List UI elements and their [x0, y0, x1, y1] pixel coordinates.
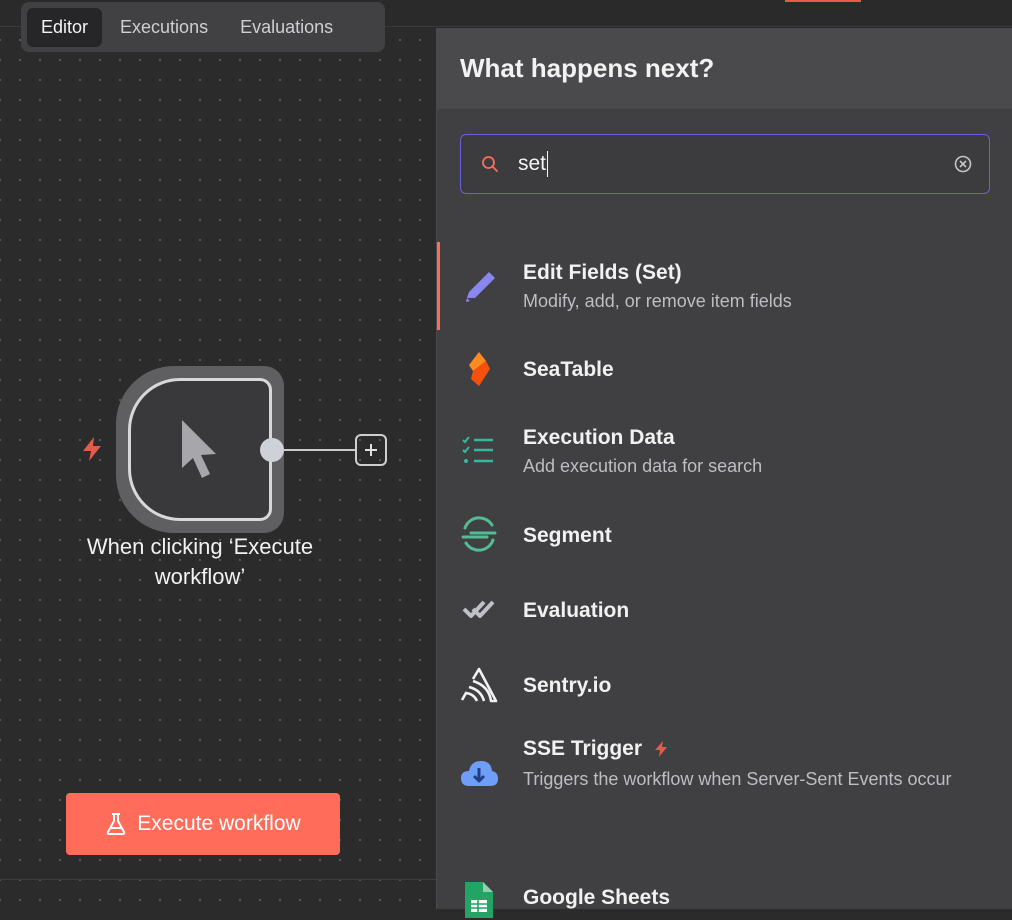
pencil-icon: [466, 272, 495, 302]
execute-workflow-label: Execute workflow: [137, 812, 301, 835]
sentry-icon: [460, 667, 498, 703]
item-description: Modify, add, or remove item fields: [523, 291, 792, 311]
double-check-icon: [462, 600, 495, 618]
list-item-sse-trigger[interactable]: SSE Trigger Triggers the workflow when S…: [437, 726, 1012, 836]
plus-icon: [365, 444, 377, 456]
trigger-bolt-icon: [83, 437, 101, 461]
item-description: Add execution data for search: [523, 456, 763, 476]
search-icon: [482, 156, 498, 172]
search-input[interactable]: set: [460, 134, 990, 194]
list-item-edit-fields[interactable]: Edit Fields (Set) Modify, add, or remove…: [437, 242, 1012, 330]
node-creator-panel: What happens next? set Edit Fields (Set)…: [436, 28, 1012, 918]
item-title: SSE Trigger: [523, 737, 643, 760]
segment-icon: [461, 516, 497, 552]
flask-icon: [107, 813, 126, 835]
item-title: Evaluation: [523, 599, 630, 622]
search-value: set: [518, 151, 549, 177]
cloud-download-icon: [461, 761, 498, 786]
list-item-google-sheets[interactable]: Google Sheets: [437, 856, 1012, 920]
item-title-row: SSE Trigger: [523, 737, 668, 761]
top-accent-bar: [785, 0, 861, 2]
node-output-connector: [284, 449, 356, 451]
add-node-button[interactable]: [355, 434, 387, 466]
item-title: SeaTable: [523, 358, 614, 381]
tab-evaluations[interactable]: Evaluations: [226, 8, 347, 47]
execute-workflow-button[interactable]: Execute workflow: [66, 793, 340, 855]
google-sheets-icon: [465, 882, 493, 918]
item-title: Edit Fields (Set): [523, 261, 682, 284]
item-title: Google Sheets: [523, 886, 671, 909]
tab-executions[interactable]: Executions: [106, 8, 222, 47]
list-item-sentry[interactable]: Sentry.io: [437, 652, 1012, 714]
view-tabs: Editor Executions Evaluations: [21, 2, 385, 52]
checklist-icon: [462, 436, 493, 463]
item-title: Execution Data: [523, 426, 675, 449]
list-item-evaluation[interactable]: Evaluation: [437, 579, 1012, 639]
canvas-divider: [0, 879, 436, 880]
trigger-node-label: When clicking ‘Execute workflow’: [86, 534, 314, 589]
seatable-icon: [469, 352, 490, 386]
mouse-pointer-icon: [182, 420, 216, 478]
panel-title: What happens next?: [437, 28, 1012, 109]
tab-editor[interactable]: Editor: [27, 7, 103, 47]
trigger-bolt-icon: [654, 741, 667, 758]
list-item-seatable[interactable]: SeaTable: [437, 342, 1012, 398]
list-item-segment[interactable]: Segment: [437, 504, 1012, 564]
item-title: Segment: [523, 524, 612, 547]
item-description: Triggers the workflow when Server-Sent E…: [523, 769, 952, 789]
clear-search-icon[interactable]: [953, 154, 973, 174]
list-item-execution-data[interactable]: Execution Data Add execution data for se…: [437, 410, 1012, 490]
node-output-handle[interactable]: [260, 438, 284, 462]
item-title: Sentry.io: [523, 674, 612, 697]
